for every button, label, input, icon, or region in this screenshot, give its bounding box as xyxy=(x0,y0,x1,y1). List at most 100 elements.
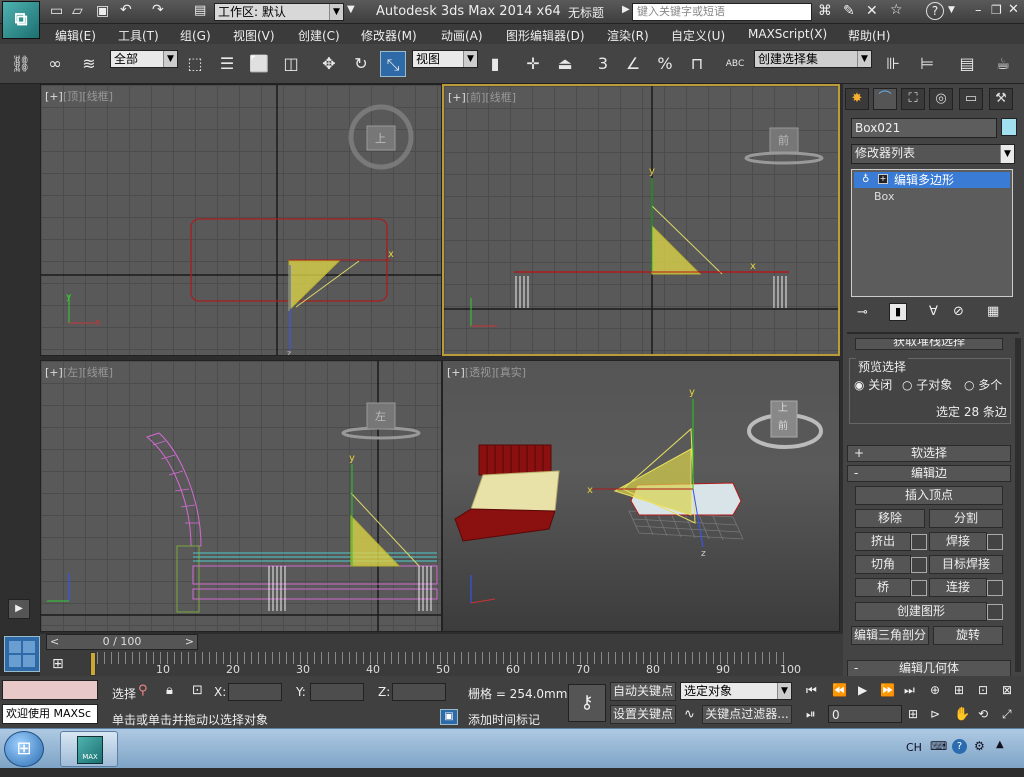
bulb-icon[interactable]: ♁ xyxy=(862,172,869,188)
tray-help-icon[interactable]: ? xyxy=(952,739,967,754)
menu-graph-editors[interactable]: 图形编辑器(D) xyxy=(506,27,585,44)
select-and-link-icon[interactable]: ⛓ xyxy=(8,51,34,77)
language-indicator[interactable]: CH xyxy=(906,741,922,754)
maxscript-listener-pink[interactable] xyxy=(2,680,98,700)
viewport-top[interactable]: [+][顶][线框] x z yx 上 xyxy=(40,84,442,356)
orbit-icon[interactable]: ⟲ xyxy=(978,707,988,721)
menu-group[interactable]: 组(G) xyxy=(180,27,211,44)
remove-modifier-icon[interactable]: ⊘ xyxy=(953,304,964,319)
show-end-result-icon[interactable]: ▮ xyxy=(889,303,907,321)
get-stack-selection-button[interactable]: 获取堆栈选择 xyxy=(855,338,1003,350)
named-selection-dropdown[interactable]: 创建选择集 ▼ xyxy=(754,50,872,68)
auto-key-button[interactable]: 自动关键点 xyxy=(610,682,676,701)
menu-tools[interactable]: 工具(T) xyxy=(118,27,159,44)
split-button[interactable]: 分割 xyxy=(929,509,1003,528)
binoculars-icon[interactable]: ⌘ xyxy=(818,3,832,19)
zoom-icon[interactable]: ⊕ xyxy=(930,683,940,697)
window-crossing-icon[interactable]: ◫ xyxy=(278,51,304,77)
minimize-icon[interactable]: – xyxy=(975,3,982,18)
viewport-layout-icon[interactable] xyxy=(4,636,40,672)
play-icon[interactable]: ▶ xyxy=(858,683,867,697)
object-name-field[interactable]: Box021 xyxy=(851,118,997,138)
taskbar-3dsmax-app[interactable]: MAX xyxy=(60,731,118,767)
selection-filter-dropdown[interactable]: 全部 ▼ xyxy=(110,50,178,68)
set-key-big-button[interactable]: ⚷ xyxy=(568,684,606,722)
spinner-snap-icon[interactable]: ⊓ xyxy=(684,51,710,77)
key-filters-button[interactable]: 关键点过滤器... xyxy=(702,705,792,724)
help-dropdown-icon[interactable]: ▼ xyxy=(948,5,955,15)
tools-icon[interactable]: ✎ xyxy=(843,3,855,19)
mirror-icon[interactable]: ⊪ xyxy=(880,51,906,77)
time-next-icon[interactable]: > xyxy=(185,635,194,649)
time-tag-icon[interactable]: ▣ xyxy=(440,709,458,725)
edit-geometry-rollout[interactable]: - 编辑几何体 xyxy=(847,660,1011,677)
motion-tab-icon[interactable]: ◎ xyxy=(929,88,953,110)
zoom-all-icon[interactable]: ⊞ xyxy=(954,683,964,697)
modifier-list-dropdown[interactable]: 修改器列表 ▼ xyxy=(851,144,1015,164)
prev-frame-icon[interactable]: ⏪ xyxy=(832,683,847,697)
pan-icon[interactable]: ✋ xyxy=(954,707,970,722)
create-shape-button[interactable]: 创建图形 xyxy=(855,602,987,621)
restore-icon[interactable]: ❐ xyxy=(991,3,1002,17)
layer-manager-icon[interactable]: ▤ xyxy=(954,51,980,77)
unlink-icon[interactable]: ∞ xyxy=(42,51,68,77)
viewcube-label[interactable]: 上 xyxy=(375,130,386,146)
render-setup-icon[interactable]: ☕ xyxy=(990,51,1016,77)
scale-icon[interactable]: ⤡ xyxy=(380,51,406,77)
set-key-button[interactable]: 设置关键点 xyxy=(610,705,676,724)
current-frame-field[interactable]: 0 xyxy=(828,705,902,723)
viewport-perspective[interactable]: [+][透视][真实] y x z 上 前 xyxy=(442,360,840,632)
time-slider[interactable]: < 0 / 100 > xyxy=(46,634,198,650)
field-of-view-icon[interactable]: ⊳ xyxy=(930,707,940,721)
percent-snap-icon[interactable]: % xyxy=(652,51,678,77)
radio-subobject[interactable]: ○ 子对象 xyxy=(902,376,952,393)
menu-customize[interactable]: 自定义(U) xyxy=(671,27,725,44)
tray-settings-icon[interactable]: ⚙ xyxy=(974,739,985,753)
project-folder-icon[interactable]: ▤ xyxy=(194,3,206,18)
viewport-front[interactable]: [+][前][线框] y x 前 xyxy=(442,84,840,356)
search-arrow-icon[interactable]: ▶ xyxy=(622,4,630,15)
z-coordinate-field[interactable] xyxy=(392,683,446,701)
chamfer-button[interactable]: 切角 xyxy=(855,555,911,574)
maxscript-listener-white[interactable]: 欢迎使用 MAXSc xyxy=(2,704,98,724)
app-logo-icon[interactable]: ⧉ xyxy=(2,1,40,39)
close-icon[interactable]: ✕ xyxy=(1008,2,1019,17)
stack-item-box[interactable]: Box xyxy=(874,190,894,203)
ribbon-toggle-icon[interactable]: ▶ xyxy=(8,599,30,619)
remove-button[interactable]: 移除 xyxy=(855,509,925,528)
menu-create[interactable]: 创建(C) xyxy=(298,27,340,44)
start-button-icon[interactable]: ⊞ xyxy=(4,731,44,767)
radio-off[interactable]: ◉ 关闭 xyxy=(854,376,892,393)
align-icon[interactable]: ⊨ xyxy=(914,51,940,77)
go-to-start-icon[interactable]: ⏮ xyxy=(806,683,817,698)
create-tab-icon[interactable]: ✸ xyxy=(845,88,869,110)
move-icon[interactable]: ✥ xyxy=(316,51,342,77)
workspace-dropdown[interactable]: 工作区: 默认 ▼ xyxy=(214,3,344,21)
create-shape-settings-icon[interactable] xyxy=(987,604,1003,620)
angle-snap-icon[interactable]: ∠ xyxy=(620,51,646,77)
extrude-button[interactable]: 挤出 xyxy=(855,532,911,551)
insert-vertex-button[interactable]: 插入顶点 xyxy=(855,486,1003,505)
pin-stack-icon[interactable]: ⊸ xyxy=(857,305,868,320)
soft-selection-rollout[interactable]: + 软选择 xyxy=(847,445,1011,462)
x-coordinate-field[interactable] xyxy=(228,683,282,701)
key-tangent-icon[interactable]: ∿ xyxy=(684,707,695,722)
track-bar[interactable]: 10 20 30 40 50 60 70 80 90 100 xyxy=(90,652,838,676)
viewcube-top-label[interactable]: 上 xyxy=(778,399,788,414)
redo-icon[interactable]: ↷ xyxy=(152,2,164,18)
undo-icon[interactable]: ↶ xyxy=(120,2,132,18)
rect-selection-region-icon[interactable]: ⬜ xyxy=(246,51,272,77)
radio-multi[interactable]: ○ 多个 xyxy=(964,376,1002,393)
keyboard-shortcut-icon[interactable]: ⏏ xyxy=(552,51,578,77)
help-icon[interactable]: ? xyxy=(926,2,944,20)
bridge-button[interactable]: 桥 xyxy=(855,578,911,597)
lock-selection-icon[interactable]: 🔒︎ xyxy=(166,683,173,698)
keyboard-icon[interactable]: ⌨ xyxy=(930,739,947,753)
stack-item-edit-poly[interactable]: ♁ + 编辑多边形 xyxy=(854,172,1010,188)
expand-icon[interactable]: + xyxy=(878,174,888,184)
connect-button[interactable]: 连接 xyxy=(929,578,987,597)
make-unique-icon[interactable]: ∀ xyxy=(929,304,938,319)
save-file-icon[interactable]: ▣ xyxy=(96,3,109,19)
edit-triangulation-button[interactable]: 编辑三角剖分 xyxy=(851,626,929,645)
menu-maxscript[interactable]: MAXScript(X) xyxy=(748,27,827,41)
